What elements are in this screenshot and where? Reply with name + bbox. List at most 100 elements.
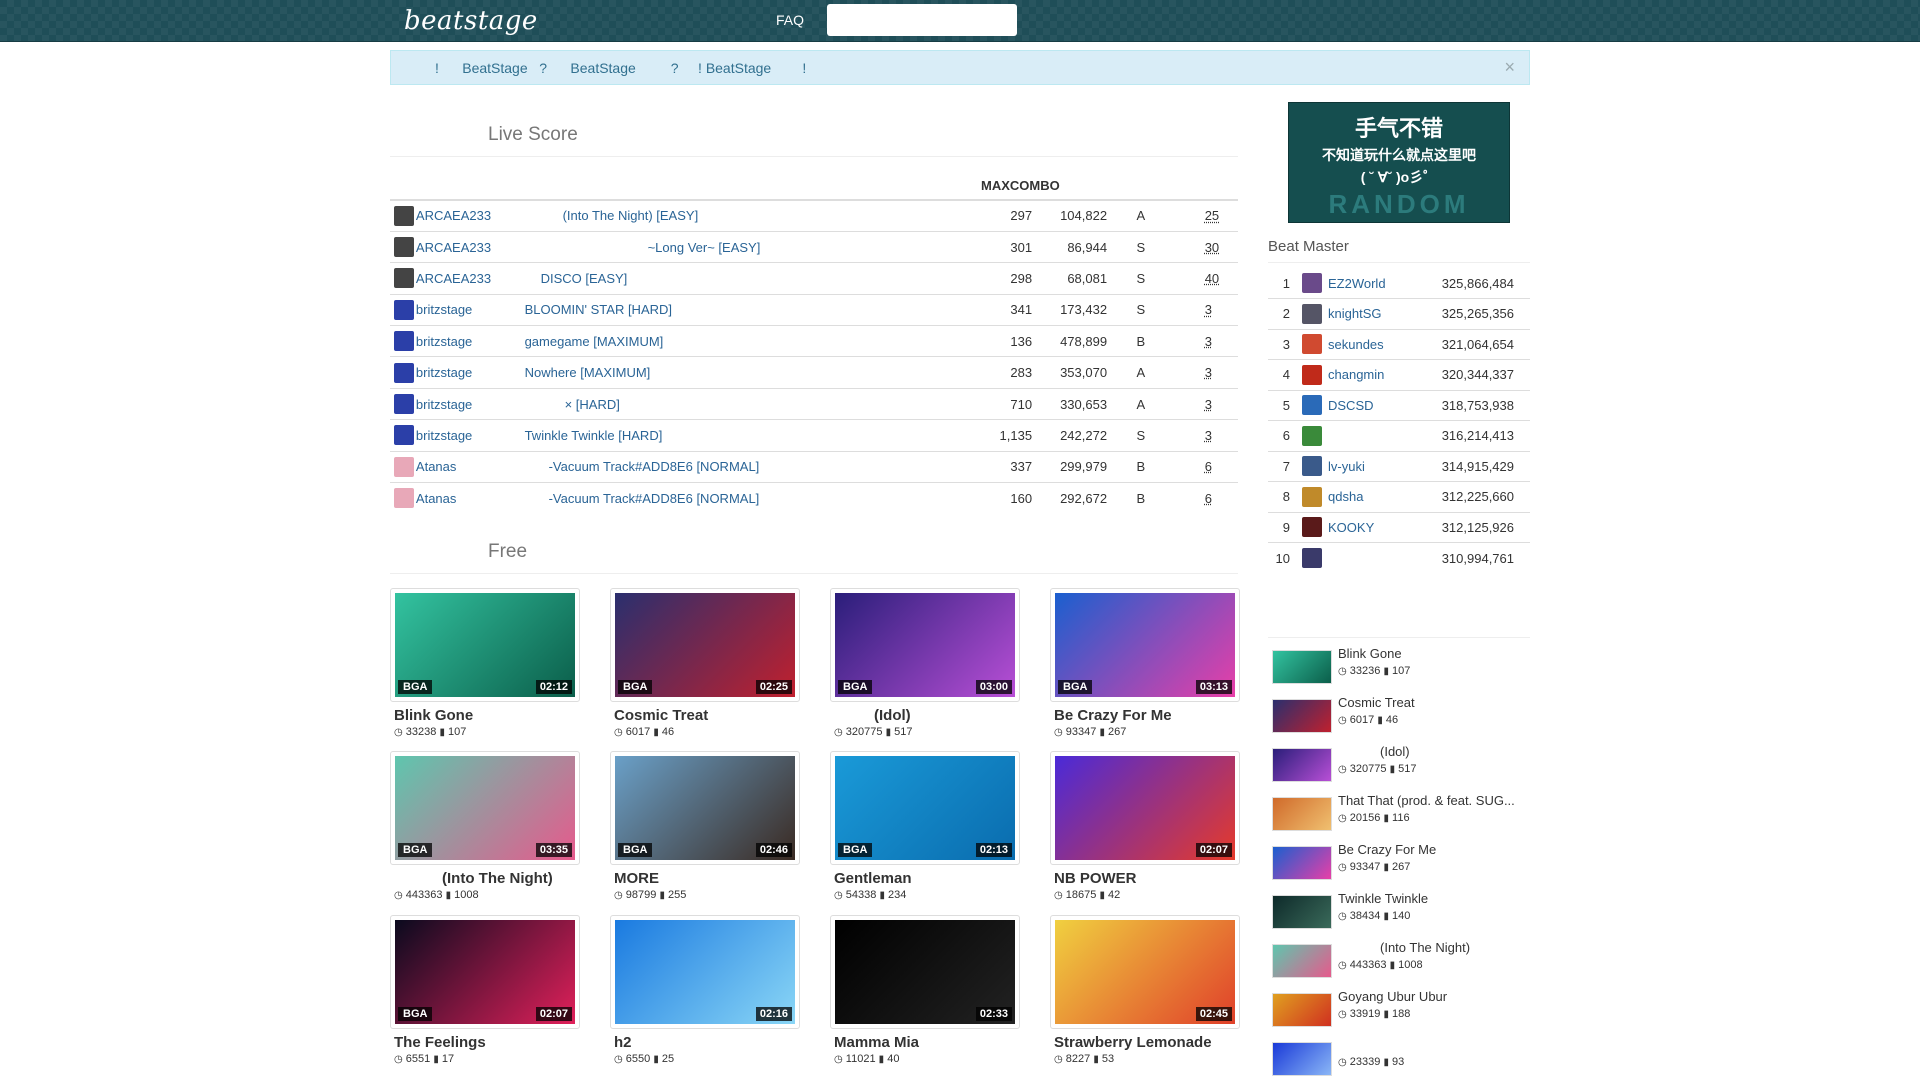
video-card[interactable]: BGA 02:13 Gentleman ◷ 54338 ▮ 234 <box>830 751 1020 901</box>
rank-cell[interactable]: 30 <box>1174 230 1238 263</box>
mini-thumbnail[interactable] <box>1272 993 1332 1027</box>
user-link[interactable]: britzstage <box>416 397 472 412</box>
video-card[interactable]: BGA 03:35 (Into The Night) ◷ 443363 ▮ 10… <box>390 751 580 901</box>
video-thumbnail[interactable]: BGA 02:46 <box>610 751 800 865</box>
song-link[interactable]: -Vacuum Track#ADD8E6 [NORMAL] <box>525 459 760 474</box>
sidebar-video-title[interactable]: (Into The Night) <box>1338 940 1530 955</box>
sidebar-video-title[interactable]: (Idol) <box>1338 744 1530 759</box>
sidebar-video-title[interactable]: Blink Gone <box>1338 646 1530 661</box>
sidebar-video-item[interactable]: Goyang Ubur Ubur ◷ 33919 ▮ 188 <box>1272 988 1530 1032</box>
sidebar-video-item[interactable]: ◷ 23339 ▮ 93 <box>1272 1037 1530 1081</box>
video-title[interactable]: h2 <box>614 1034 800 1051</box>
video-title[interactable]: (Into The Night) <box>394 870 580 887</box>
sidebar-video-item[interactable]: Twinkle Twinkle ◷ 38434 ▮ 140 <box>1272 890 1530 934</box>
close-icon[interactable]: × <box>1504 57 1515 78</box>
sidebar-video-title[interactable]: Twinkle Twinkle <box>1338 891 1530 906</box>
mini-thumbnail[interactable] <box>1272 1042 1332 1076</box>
video-title[interactable]: Gentleman <box>834 870 1020 887</box>
mini-thumbnail[interactable] <box>1272 797 1332 831</box>
user-link[interactable]: britzstage <box>416 428 472 443</box>
song-link[interactable]: BLOOMIN' STAR [HARD] <box>525 302 672 317</box>
sidebar-video-item[interactable]: (Into The Night) ◷ 443363 ▮ 1008 <box>1272 939 1530 983</box>
player-link[interactable]: knightSG <box>1328 306 1381 321</box>
video-thumbnail[interactable]: BGA 02:12 <box>390 588 580 702</box>
song-link[interactable]: Nowhere [MAXIMUM] <box>525 365 651 380</box>
rank-cell[interactable]: 3 <box>1174 293 1238 326</box>
video-card[interactable]: BGA 02:25 Cosmic Treat ◷ 6017 ▮ 46 <box>610 588 800 738</box>
song-link[interactable]: -Vacuum Track#ADD8E6 [NORMAL] <box>525 491 760 506</box>
rank-cell[interactable]: 3 <box>1174 419 1238 452</box>
sidebar-video-item[interactable]: Blink Gone ◷ 33236 ▮ 107 <box>1272 645 1530 689</box>
video-title[interactable]: The Feelings <box>394 1034 580 1051</box>
video-thumbnail[interactable]: BGA 02:25 <box>610 588 800 702</box>
player-link[interactable]: DSCSD <box>1328 398 1374 413</box>
mini-thumbnail[interactable] <box>1272 650 1332 684</box>
user-link[interactable]: ARCAEA233 <box>416 271 491 286</box>
rank-cell[interactable]: 6 <box>1174 482 1238 514</box>
sidebar-video-item[interactable]: Cosmic Treat ◷ 6017 ▮ 46 <box>1272 694 1530 738</box>
video-card[interactable]: 02:33 Mamma Mia ◷ 11021 ▮ 40 <box>830 915 1020 1065</box>
video-thumbnail[interactable]: BGA 03:13 <box>1050 588 1240 702</box>
video-thumbnail[interactable]: BGA 02:13 <box>830 751 1020 865</box>
video-title[interactable]: (Idol) <box>834 707 1020 724</box>
video-thumbnail[interactable]: BGA 03:35 <box>390 751 580 865</box>
video-title[interactable]: MORE <box>614 870 800 887</box>
user-link[interactable]: Atanas <box>416 459 456 474</box>
sidebar-video-item[interactable]: That That (prod. & feat. SUG... ◷ 20156 … <box>1272 792 1530 836</box>
user-link[interactable]: britzstage <box>416 334 472 349</box>
sidebar-video-title[interactable]: Goyang Ubur Ubur <box>1338 989 1530 1004</box>
site-logo[interactable]: beatstage <box>404 6 538 36</box>
mini-thumbnail[interactable] <box>1272 748 1332 782</box>
video-card[interactable]: BGA 03:13 Be Crazy For Me ◷ 93347 ▮ 267 <box>1050 588 1240 738</box>
player-link[interactable]: KOOKY <box>1328 520 1374 535</box>
video-thumbnail[interactable]: BGA 02:07 <box>390 915 580 1029</box>
rank-cell[interactable]: 3 <box>1174 356 1238 389</box>
song-link[interactable]: ~Long Ver~ [EASY] <box>525 240 761 255</box>
mini-thumbnail[interactable] <box>1272 846 1332 880</box>
video-thumbnail[interactable]: BGA 03:00 <box>830 588 1020 702</box>
player-link[interactable]: sekundes <box>1328 337 1384 352</box>
song-link[interactable]: × [HARD] <box>525 397 620 412</box>
video-title[interactable]: Cosmic Treat <box>614 707 800 724</box>
video-title[interactable]: Be Crazy For Me <box>1054 707 1240 724</box>
song-link[interactable]: gamegame [MAXIMUM] <box>525 334 664 349</box>
video-thumbnail[interactable]: 02:07 <box>1050 751 1240 865</box>
mini-thumbnail[interactable] <box>1272 895 1332 929</box>
player-link[interactable]: qdsha <box>1328 489 1363 504</box>
video-thumbnail[interactable]: 02:45 <box>1050 915 1240 1029</box>
rank-cell[interactable]: 40 <box>1174 262 1238 295</box>
sidebar-video-title[interactable]: Be Crazy For Me <box>1338 842 1530 857</box>
video-card[interactable]: BGA 02:07 The Feelings ◷ 6551 ▮ 17 <box>390 915 580 1065</box>
player-link[interactable]: changmin <box>1328 367 1384 382</box>
mini-thumbnail[interactable] <box>1272 699 1332 733</box>
rank-cell[interactable]: 3 <box>1174 325 1238 357</box>
song-link[interactable]: DISCO [EASY] <box>525 271 628 286</box>
video-card[interactable]: 02:07 NB POWER ◷ 18675 ▮ 42 <box>1050 751 1240 901</box>
video-title[interactable]: Mamma Mia <box>834 1034 1020 1051</box>
song-link[interactable]: (Into The Night) [EASY] <box>525 208 699 223</box>
video-thumbnail[interactable]: 02:16 <box>610 915 800 1029</box>
video-card[interactable]: BGA 02:46 MORE ◷ 98799 ▮ 255 <box>610 751 800 901</box>
video-card[interactable]: 02:16 h2 ◷ 6550 ▮ 25 <box>610 915 800 1065</box>
user-link[interactable]: Atanas <box>416 491 456 506</box>
sidebar-video-item[interactable]: Be Crazy For Me ◷ 93347 ▮ 267 <box>1272 841 1530 885</box>
sidebar-video-title[interactable]: That That (prod. & feat. SUG... <box>1338 793 1530 808</box>
sidebar-video-title[interactable]: Cosmic Treat <box>1338 695 1530 710</box>
video-title[interactable]: NB POWER <box>1054 870 1240 887</box>
video-card[interactable]: BGA 02:12 Blink Gone ◷ 33238 ▮ 107 <box>390 588 580 738</box>
video-card[interactable]: 02:45 Strawberry Lemonade ◷ 8227 ▮ 53 <box>1050 915 1240 1065</box>
song-link[interactable]: Twinkle Twinkle [HARD] <box>525 428 663 443</box>
random-banner[interactable]: 手气不错 不知道玩什么就点这里吧 ( ˘ ∀˘ )o彡゜ RANDOM <box>1288 102 1510 223</box>
player-link[interactable]: EZ2World <box>1328 276 1386 291</box>
video-title[interactable]: Blink Gone <box>394 707 580 724</box>
video-card[interactable]: BGA 03:00 (Idol) ◷ 320775 ▮ 517 <box>830 588 1020 738</box>
player-link[interactable]: lv-yuki <box>1328 459 1365 474</box>
rank-cell[interactable]: 3 <box>1174 387 1238 420</box>
mini-thumbnail[interactable] <box>1272 944 1332 978</box>
rank-cell[interactable]: 25 <box>1174 199 1238 232</box>
video-thumbnail[interactable]: 02:33 <box>830 915 1020 1029</box>
user-link[interactable]: britzstage <box>416 302 472 317</box>
rank-cell[interactable]: 6 <box>1174 450 1238 483</box>
user-link[interactable]: ARCAEA233 <box>416 208 491 223</box>
faq-link[interactable]: FAQ <box>776 12 804 28</box>
